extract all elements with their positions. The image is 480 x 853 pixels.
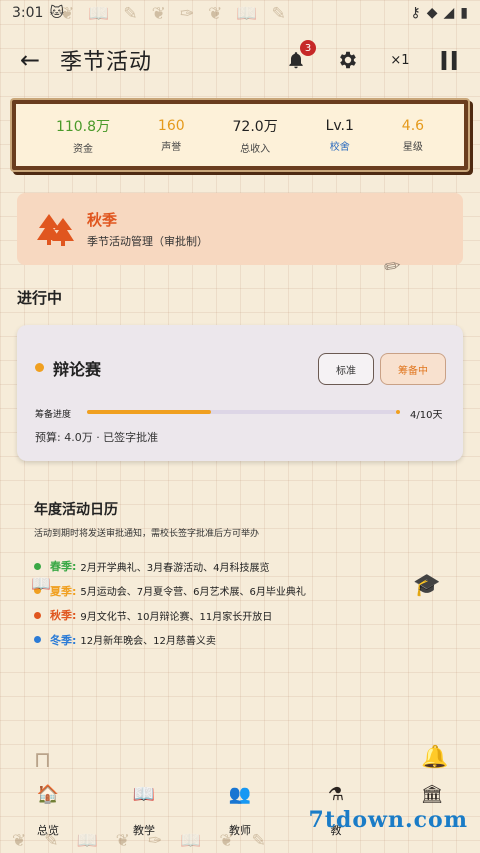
budget-text: 预算: 4.0万 · 已签字批准 (35, 431, 159, 444)
progress-count: 4/10天 (410, 410, 443, 421)
season-events: 5月运动会、7月夏令营、6月艺术展、6月毕业典礼 (80, 587, 306, 599)
pencil-icon: ✏ (382, 252, 403, 280)
pause-button[interactable]: ▍▍ (438, 46, 466, 74)
stat-reputation: 160 声誉 (158, 118, 185, 153)
stat-rating: 4.6 星级 (402, 118, 424, 153)
season-subtitle: 季节活动管理（审批制） (87, 235, 208, 248)
stat-label: 声誉 (161, 141, 182, 153)
season-dot (34, 636, 41, 644)
calendar-title: 年度活动日历 (34, 502, 118, 518)
status-dot (35, 363, 44, 372)
battery-icon: ▮ (460, 5, 468, 21)
season-label: 秋季: (50, 609, 77, 623)
season-dot (34, 611, 41, 619)
stat-label: 星级 (402, 141, 423, 153)
stat-value: 4.6 (401, 117, 425, 134)
season-label: 冬季: (50, 633, 77, 647)
calendar-subtitle: 活动到期时将发送审批通知，需校长签字批准后方可举办 (34, 529, 260, 539)
nav-teachers[interactable]: 👥 教师 (192, 784, 288, 838)
autumn-trees-icon (37, 212, 75, 246)
stat-value: Lv.1 (325, 117, 354, 134)
building-icon: 🏛 (420, 784, 444, 805)
pause-icon: ▍▍ (441, 50, 465, 70)
arrow-left-icon: ← (19, 46, 41, 74)
nav-overview[interactable]: 🏠 总览 (0, 784, 96, 838)
progress-endpoint (396, 410, 400, 414)
app-bar: ← 季节活动 3 ×1 ▍▍ (0, 38, 480, 82)
stat-value: 72.0万 (232, 118, 278, 135)
stat-total-income: 72.0万 总收入 (233, 116, 278, 155)
stat-label: 总收入 (240, 143, 271, 155)
stat-value: 110.8万 (55, 118, 111, 135)
key-icon: ⚷ (410, 5, 421, 21)
school-icon: 🏠 (36, 784, 60, 805)
signal-icon: ◢ (443, 5, 455, 21)
stat-funds: 110.8万 资金 (56, 116, 110, 155)
teachers-icon: 👥 (228, 784, 252, 805)
progress-fill (87, 410, 211, 414)
stat-label: 资金 (72, 143, 93, 155)
stat-value: 160 (157, 117, 185, 134)
bell-doodle-icon: 🔔 (421, 745, 449, 770)
page-title: 季节活动 (60, 50, 153, 75)
settings-button[interactable] (334, 46, 362, 74)
season-events: 9月文化节、10月辩论赛、11月家长开放日 (80, 611, 273, 623)
desk-doodle-icon: ⊓ (34, 748, 52, 773)
watermark: 7tdown.com (308, 807, 468, 833)
notification-badge: 3 (300, 40, 316, 56)
back-button[interactable]: ← (14, 44, 46, 76)
stat-school-level: Lv.1 校舍 (326, 118, 354, 153)
preparing-mode-button[interactable]: 筹备中 (380, 353, 446, 385)
season-label: 夏季: (50, 584, 77, 598)
speed-button[interactable]: ×1 (386, 46, 414, 74)
progress-bar (87, 410, 397, 414)
season-events: 2月开学典礼、3月春游活动、4月科技展览 (80, 562, 270, 574)
season-dot (34, 562, 41, 570)
book-icon: 📖 (132, 784, 156, 805)
event-name: 辩论赛 (53, 360, 102, 379)
standard-mode-button[interactable]: 标准 (318, 353, 374, 385)
ongoing-section-title: 进行中 (17, 289, 63, 307)
calendar-row-winter: 冬季: 12月新年晚会、12月慈善义卖 (34, 628, 454, 653)
season-label: 春季: (50, 560, 77, 574)
season-name: 秋季 (87, 211, 118, 229)
book-doodle-icon: 📖 (31, 574, 51, 593)
event-card[interactable]: 辩论赛 标准 筹备中 筹备进度 4/10天 预算: 4.0万 · 已签字批准 (17, 325, 463, 461)
stats-panel: 110.8万 资金 160 声誉 72.0万 总收入 Lv.1 校舍 4.6 星… (12, 100, 468, 170)
graduation-cap-icon: 🎓 (413, 573, 441, 598)
decorative-doodle-strip: ❦ 📖 ✎ ❦ ✑ ❦ 📖 ✎ (60, 4, 286, 24)
nav-teaching[interactable]: 📖 教学 (96, 784, 192, 838)
stat-label: 校舍 (329, 141, 350, 153)
gear-icon (340, 51, 356, 69)
progress-label: 筹备进度 (35, 410, 72, 420)
annual-calendar: 年度活动日历 活动到期时将发送审批通知，需校长签字批准后方可举办 春季: 2月开… (34, 499, 454, 652)
bottom-decorative-strip: ❦ ✎ 📖 ❦ ✑ 📖 ❦ ✎ (12, 831, 266, 851)
calendar-row-spring: 春季: 2月开学典礼、3月春游活动、4月科技展览 (34, 554, 454, 579)
wifi-icon: ◆ (426, 5, 438, 21)
status-time: 3:01 (12, 5, 44, 21)
calendar-row-summer: 夏季: 5月运动会、7月夏令营、6月艺术展、6月毕业典礼 (34, 579, 454, 604)
season-events: 12月新年晚会、12月慈善义卖 (80, 636, 216, 648)
calendar-row-autumn: 秋季: 9月文化节、10月辩论赛、11月家长开放日 (34, 603, 454, 628)
notifications-button[interactable]: 3 (282, 40, 316, 74)
flask-icon: ⚗ (327, 784, 345, 805)
